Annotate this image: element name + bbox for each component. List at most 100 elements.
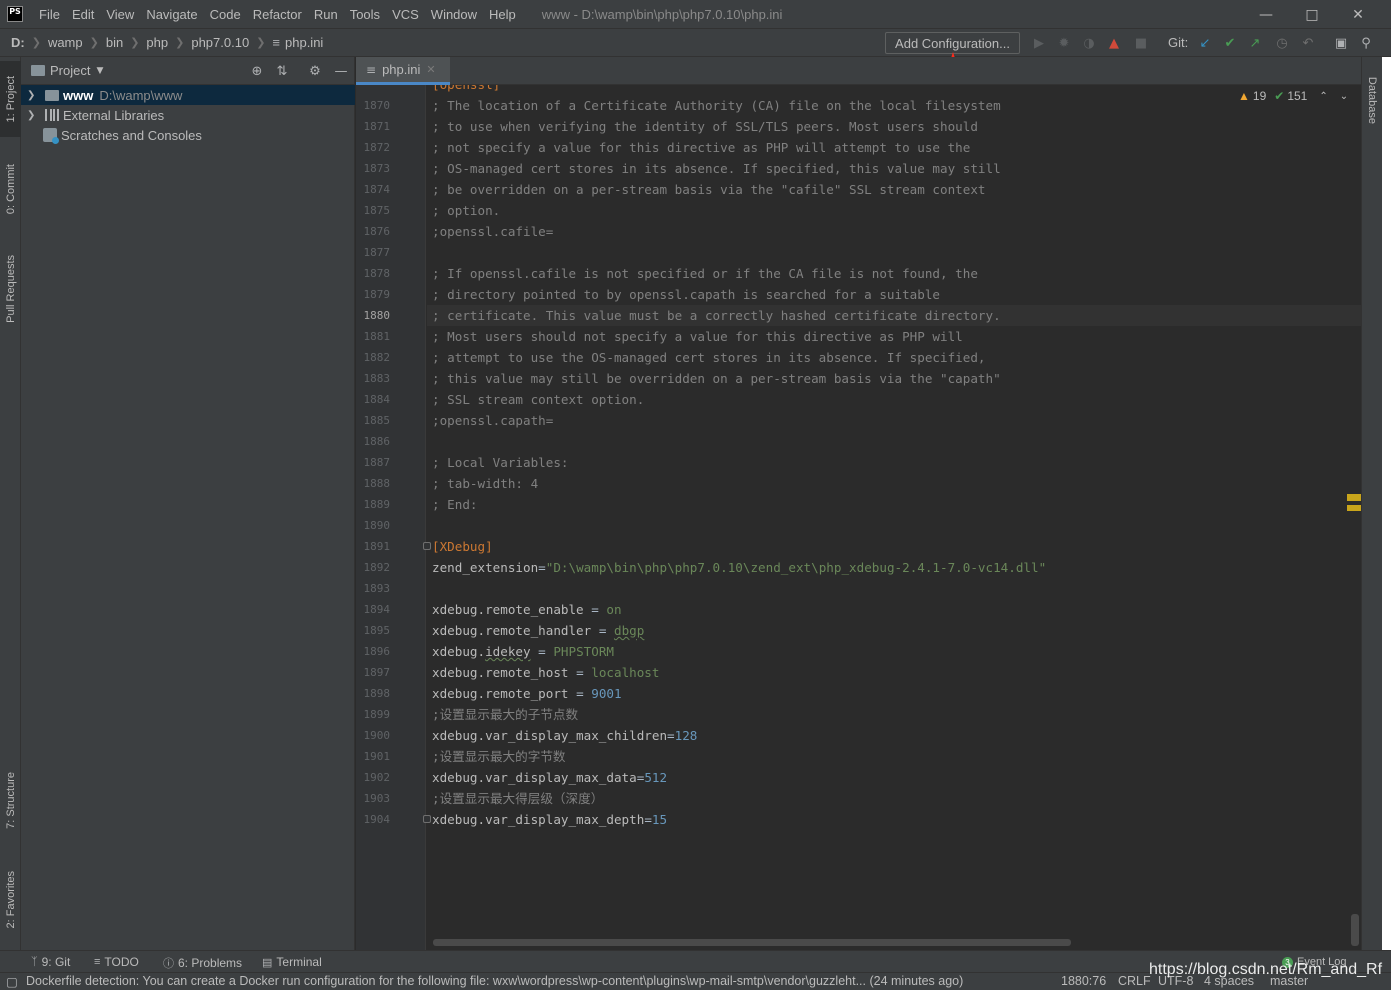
code-line: ; this value may still be overridden on … [432, 371, 1001, 386]
code-line: xdebug.remote_host = localhost [432, 665, 660, 680]
tree-item-www[interactable]: ❯ www D:\wamp\www [21, 85, 355, 105]
line-number: 1897 [363, 666, 391, 679]
git-branch-icon: ᛉ [31, 956, 38, 968]
menu-tools[interactable]: Tools [344, 0, 386, 29]
line-number: 1902 [363, 771, 391, 784]
warning-stripe-marker[interactable] [1347, 494, 1361, 501]
debug-icon[interactable]: ✹ [1056, 35, 1072, 51]
tab-php-ini[interactable]: ≡ php.ini ✕ [356, 57, 450, 85]
hide-icon[interactable]: — [333, 63, 349, 79]
tab-pull-requests[interactable]: Pull Requests [0, 243, 21, 335]
tab-database[interactable]: Database [1362, 65, 1383, 135]
line-number: 1898 [363, 687, 391, 700]
menu-vcs[interactable]: VCS [386, 0, 425, 29]
project-structure-icon[interactable]: ▣ [1333, 35, 1349, 51]
caret-down-icon[interactable]: ▼ [96, 66, 103, 76]
warning-stripe-marker[interactable] [1347, 505, 1361, 511]
ini-key: xdebug.var_display_max_data [432, 770, 637, 785]
menu-code[interactable]: Code [204, 0, 247, 29]
chevron-down-icon[interactable]: ⌄ [1340, 91, 1348, 102]
menu-window[interactable]: Window [425, 0, 483, 29]
breadcrumb-php7[interactable]: php7.0.10 [191, 35, 249, 50]
code-line: xdebug.var_display_max_depth=15 [432, 812, 668, 827]
git-rollback-icon[interactable]: ↶ [1300, 35, 1316, 51]
tree-item-label: Scratches and Consoles [61, 127, 202, 143]
line-number: 1890 [363, 519, 391, 532]
menu-edit[interactable]: Edit [66, 0, 100, 29]
breadcrumb-php[interactable]: php [146, 35, 168, 50]
close-icon[interactable]: ✕ [1335, 0, 1381, 29]
stop-icon[interactable]: ■ [1133, 35, 1149, 51]
tab-project[interactable]: 1: Project [0, 61, 21, 137]
breadcrumb-file[interactable]: php.ini [285, 35, 323, 50]
tab-favorites[interactable]: 2: Favorites [0, 857, 21, 943]
line-separator[interactable]: CRLF [1118, 974, 1151, 988]
project-view-selector[interactable]: Project [50, 63, 90, 78]
code-line: ; to use when verifying the identity of … [432, 119, 978, 134]
menu-refactor[interactable]: Refactor [247, 0, 308, 29]
menu-run[interactable]: Run [308, 0, 344, 29]
chevron-right-icon[interactable]: ❯ [27, 110, 39, 121]
line-number: 1899 [363, 708, 391, 721]
code-line: ; attempt to use the OS-managed cert sto… [432, 350, 986, 365]
maximize-icon[interactable]: □ [1289, 0, 1335, 29]
search-icon[interactable]: ⚲ [1358, 35, 1374, 51]
git-commit-icon[interactable]: ✔ [1222, 35, 1238, 51]
chevron-up-icon[interactable]: ⌃ [1319, 91, 1327, 102]
vertical-scrollbar[interactable] [1351, 914, 1359, 946]
ini-value: 15 [651, 812, 668, 827]
collapse-all-icon[interactable]: ⇅ [274, 63, 290, 79]
project-folder-icon [31, 65, 45, 76]
git-history-icon[interactable]: ◷ [1274, 35, 1290, 51]
menu-navigate[interactable]: Navigate [140, 0, 203, 29]
menu-file[interactable]: File [33, 0, 66, 29]
attach-debugger-icon[interactable]: ▲ [1106, 35, 1122, 51]
tool-problems[interactable]: ⓘ 6: Problems [163, 955, 242, 971]
folder-icon [45, 89, 59, 101]
close-tab-icon[interactable]: ✕ [426, 63, 435, 76]
tool-todo[interactable]: ≡ TODO [94, 955, 139, 969]
inspection-widget[interactable]: ▲ 19 ✔ 151 ⌃ ⌄ [1238, 89, 1348, 103]
code-editor[interactable]: [openssl] ; The location of a Certificate… [427, 85, 1361, 950]
menu-view[interactable]: View [100, 0, 140, 29]
code-line: xdebug.idekey = PHPSTORM [432, 644, 614, 659]
minimize-icon[interactable]: — [1243, 0, 1289, 29]
git-push-icon[interactable]: ↗ [1247, 35, 1263, 51]
line-number: 1892 [363, 561, 391, 574]
gear-icon[interactable]: ⚙ [307, 63, 323, 79]
tool-terminal[interactable]: ▤ Terminal [262, 955, 322, 969]
tree-item-external-libraries[interactable]: ❯ External Libraries [21, 105, 355, 125]
code-line: ;openssl.cafile= [432, 224, 554, 239]
tab-structure[interactable]: 7: Structure [0, 757, 21, 843]
horizontal-scrollbar[interactable] [433, 939, 1071, 946]
line-number: 1880 [363, 309, 391, 322]
tab-commit[interactable]: 0: Commit [0, 151, 21, 227]
coverage-icon[interactable]: ◑ [1081, 35, 1097, 51]
line-number: 1879 [363, 288, 391, 301]
chevron-right-icon: ❯ [175, 36, 185, 49]
breadcrumb-drive[interactable]: D: [11, 35, 25, 50]
status-message[interactable]: Dockerfile detection: You can create a D… [26, 974, 963, 988]
breadcrumb-wamp[interactable]: wamp [48, 35, 83, 50]
code-line: ;设置显示最大的字节数 [432, 749, 566, 764]
caret-position[interactable]: 1880:76 [1061, 974, 1106, 988]
chevron-right-icon[interactable]: ❯ [27, 90, 39, 101]
line-number-gutter[interactable]: 1870 1871 1872 1873 1874 1875 1876 1877 1878 1879… [356, 85, 426, 950]
tree-item-scratches[interactable]: Scratches and Consoles [21, 125, 355, 145]
git-update-icon[interactable]: ↙ [1197, 35, 1213, 51]
locate-icon[interactable]: ⊕ [249, 63, 265, 79]
fold-marker-icon[interactable] [423, 542, 431, 550]
breadcrumb-bin[interactable]: bin [106, 35, 123, 50]
background-window-edge [1382, 57, 1391, 950]
line-number: 1872 [363, 141, 391, 154]
fold-marker-icon[interactable] [423, 815, 431, 823]
code-line: [openssl] [432, 85, 500, 95]
tree-item-path: D:\wamp\www [99, 87, 183, 103]
tool-git[interactable]: ᛉ 9: Git [31, 955, 70, 969]
notification-icon[interactable]: ▢ [6, 974, 18, 989]
editor-tab-bar: ≡ php.ini ✕ [356, 57, 1361, 85]
ini-value: 512 [644, 770, 668, 785]
menu-help[interactable]: Help [483, 0, 522, 29]
run-icon[interactable]: ▶ [1031, 35, 1047, 51]
code-line: ; The location of a Certificate Authorit… [432, 98, 1001, 113]
